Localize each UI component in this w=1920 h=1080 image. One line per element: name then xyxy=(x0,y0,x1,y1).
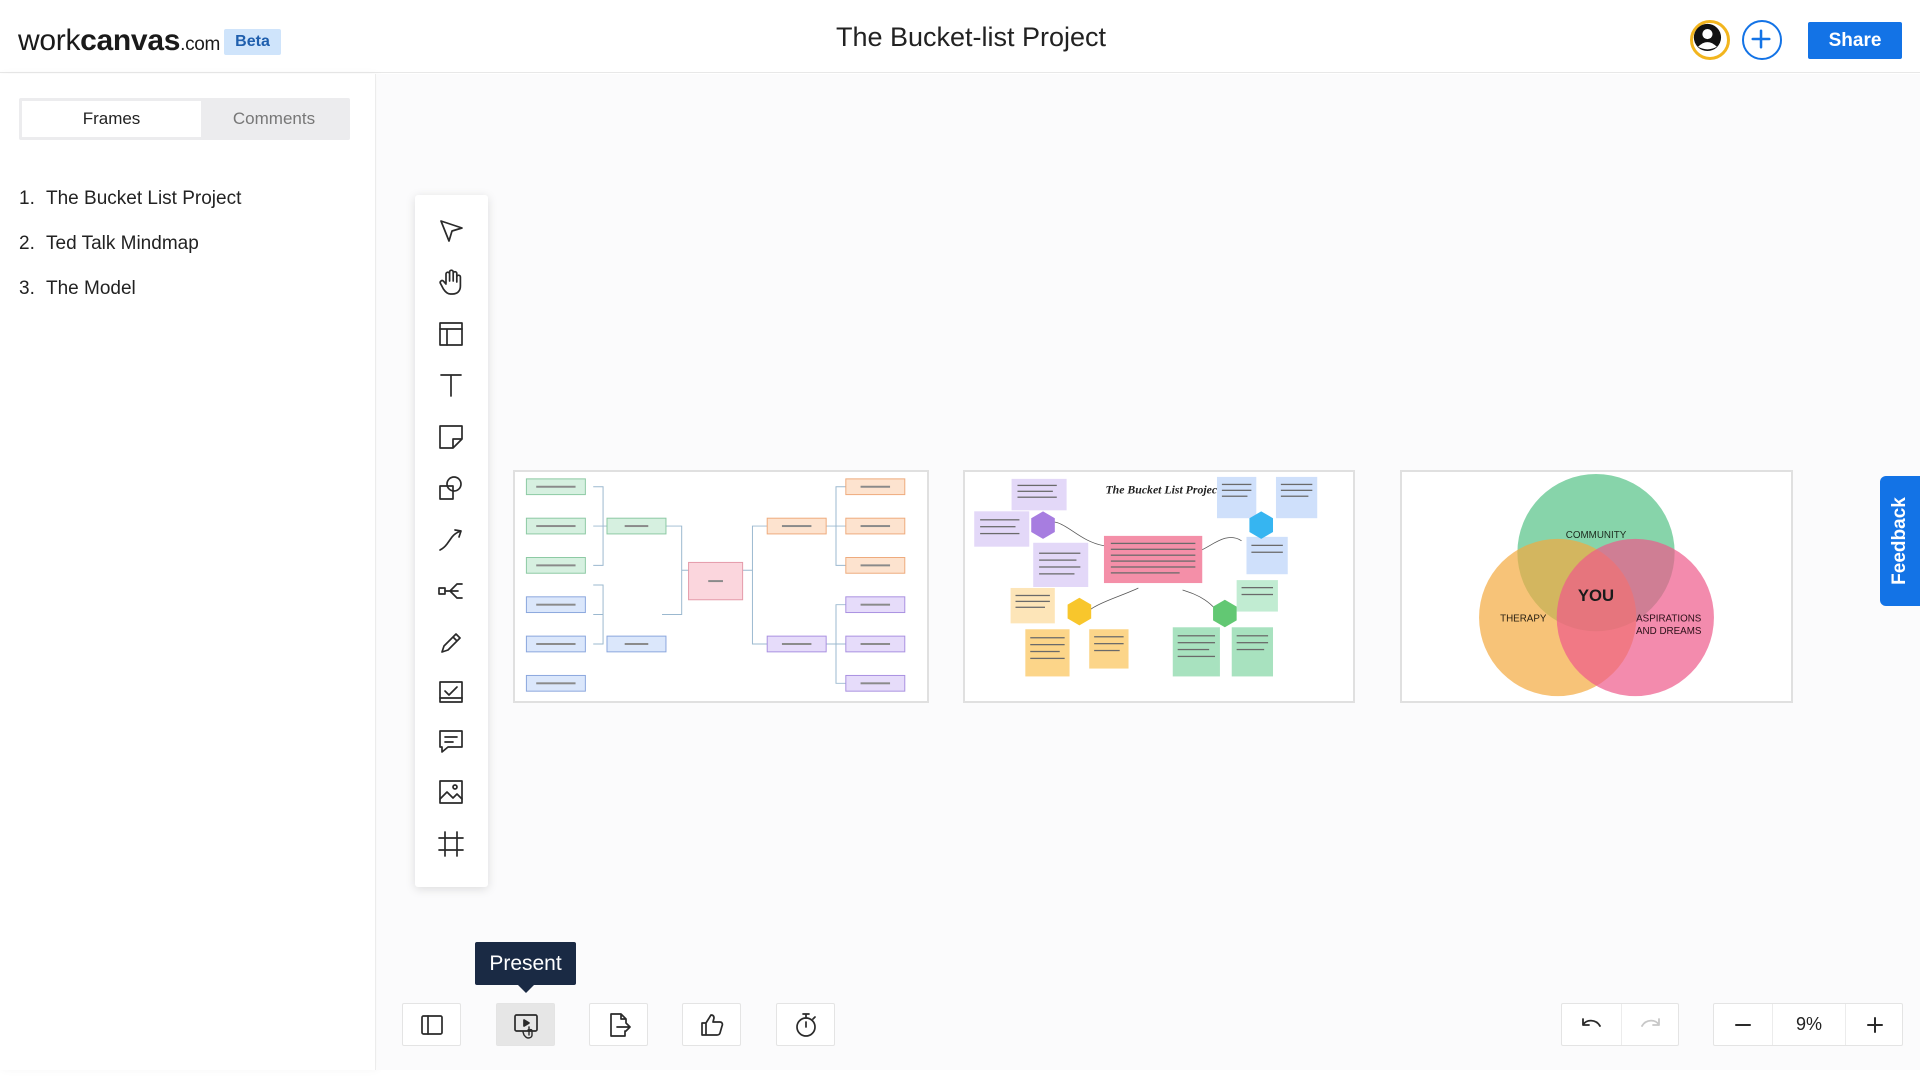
present-tooltip: Present xyxy=(475,942,576,993)
text-tool[interactable] xyxy=(434,368,468,402)
redo-button[interactable] xyxy=(1621,1004,1679,1045)
image-icon xyxy=(439,780,463,804)
hand-pan-icon xyxy=(439,269,462,295)
venn-label-community: COMMUNITY xyxy=(1566,530,1627,541)
frame-list-item[interactable]: 3. The Model xyxy=(19,278,241,323)
present-icon xyxy=(513,1013,538,1039)
timer-icon xyxy=(795,1012,816,1037)
undo-button[interactable] xyxy=(1562,1004,1620,1045)
add-collaborator-button[interactable] xyxy=(1742,20,1782,60)
hand-tool[interactable] xyxy=(434,265,468,299)
frame-list-item[interactable]: 2. Ted Talk Mindmap xyxy=(19,233,241,278)
undo-icon xyxy=(1582,1017,1601,1027)
pen-icon xyxy=(441,633,461,653)
frame-list-item[interactable]: 1. The Bucket List Project xyxy=(19,188,241,233)
sticky-note-tool[interactable] xyxy=(434,420,468,454)
canvas-frame-bucket-list[interactable]: The Bucket List Project xyxy=(963,470,1355,703)
venn-label-aspirations-2: AND DREAMS xyxy=(1636,626,1702,637)
mindmap-thumbnail xyxy=(525,478,906,692)
export-button[interactable] xyxy=(589,1003,648,1046)
frames-panel: Frames Comments 1. The Bucket List Proje… xyxy=(0,74,376,1070)
comment-icon xyxy=(439,730,463,753)
image-tool[interactable] xyxy=(434,775,468,809)
plus-icon xyxy=(1751,29,1771,49)
export-icon xyxy=(609,1012,631,1037)
history-controls xyxy=(1561,1003,1679,1046)
bucket-list-thumbnail: The Bucket List Project xyxy=(974,476,1318,677)
checklist-icon xyxy=(439,681,463,703)
select-arrow-icon xyxy=(440,220,463,242)
venn-label-therapy: THERAPY xyxy=(1500,613,1547,624)
feedback-label: Feedback xyxy=(1889,497,1910,585)
zoom-in-button[interactable] xyxy=(1846,1004,1904,1045)
toggle-sidebar-icon xyxy=(420,1014,443,1035)
mindmap-icon xyxy=(438,583,463,599)
canvas-frame-mindmap[interactable] xyxy=(513,470,929,703)
tab-comments[interactable]: Comments xyxy=(201,101,347,137)
like-icon xyxy=(700,1013,723,1036)
shapes-icon xyxy=(439,476,462,500)
text-icon xyxy=(440,374,462,397)
sticky-note-icon xyxy=(439,425,463,449)
venn-label-you: YOU xyxy=(1578,586,1614,605)
zoom-out-button[interactable] xyxy=(1714,1004,1772,1045)
checklist-tool[interactable] xyxy=(434,675,468,709)
frame-title: The Model xyxy=(46,278,136,299)
mindmap-tool[interactable] xyxy=(434,574,468,608)
zoom-level[interactable]: 9% xyxy=(1772,1004,1846,1045)
user-icon xyxy=(1693,23,1722,52)
pen-tool[interactable] xyxy=(434,626,468,660)
frame-number: 2. xyxy=(19,233,35,254)
zoom-controls: 9% xyxy=(1713,1003,1903,1046)
shapes-tool[interactable] xyxy=(434,471,468,505)
app-header: workcanvas.com Beta The Bucket-list Proj… xyxy=(0,0,1920,73)
user-avatar[interactable] xyxy=(1690,20,1730,60)
minus-icon xyxy=(1735,1023,1751,1026)
share-button[interactable]: Share xyxy=(1808,22,1902,59)
tab-frames[interactable]: Frames xyxy=(22,101,201,137)
select-tool[interactable] xyxy=(434,213,468,247)
document-title[interactable]: The Bucket-list Project xyxy=(0,22,1920,53)
frame-icon xyxy=(438,831,464,857)
venn-label-aspirations-1: ASPIRATIONS xyxy=(1636,613,1702,624)
plus-icon xyxy=(1867,1016,1883,1033)
present-button[interactable] xyxy=(496,1003,555,1046)
connector-tool[interactable] xyxy=(434,523,468,557)
venn-diagram-thumbnail: COMMUNITY THERAPY ASPIRATIONS AND DREAMS… xyxy=(1479,473,1714,697)
feedback-tab[interactable]: Feedback xyxy=(1880,476,1920,606)
frame-list: 1. The Bucket List Project 2. Ted Talk M… xyxy=(19,188,241,323)
frame-title: Ted Talk Mindmap xyxy=(46,233,199,254)
layout-template-icon xyxy=(439,322,463,346)
tool-palette xyxy=(415,195,488,887)
comment-tool[interactable] xyxy=(434,724,468,758)
toggle-sidebar-button[interactable] xyxy=(402,1003,461,1046)
bucket-list-frame-title: The Bucket List Project xyxy=(1106,483,1222,497)
connector-icon xyxy=(439,529,462,551)
frame-tool[interactable] xyxy=(434,827,468,861)
frame-number: 3. xyxy=(19,278,35,299)
canvas-frame-model[interactable]: COMMUNITY THERAPY ASPIRATIONS AND DREAMS… xyxy=(1400,470,1793,703)
template-tool[interactable] xyxy=(434,317,468,351)
panel-tabs: Frames Comments xyxy=(19,98,350,140)
frame-title: The Bucket List Project xyxy=(46,188,242,209)
timer-button[interactable] xyxy=(776,1003,835,1046)
like-button[interactable] xyxy=(682,1003,741,1046)
frame-number: 1. xyxy=(19,188,35,209)
redo-icon xyxy=(1640,1017,1660,1027)
